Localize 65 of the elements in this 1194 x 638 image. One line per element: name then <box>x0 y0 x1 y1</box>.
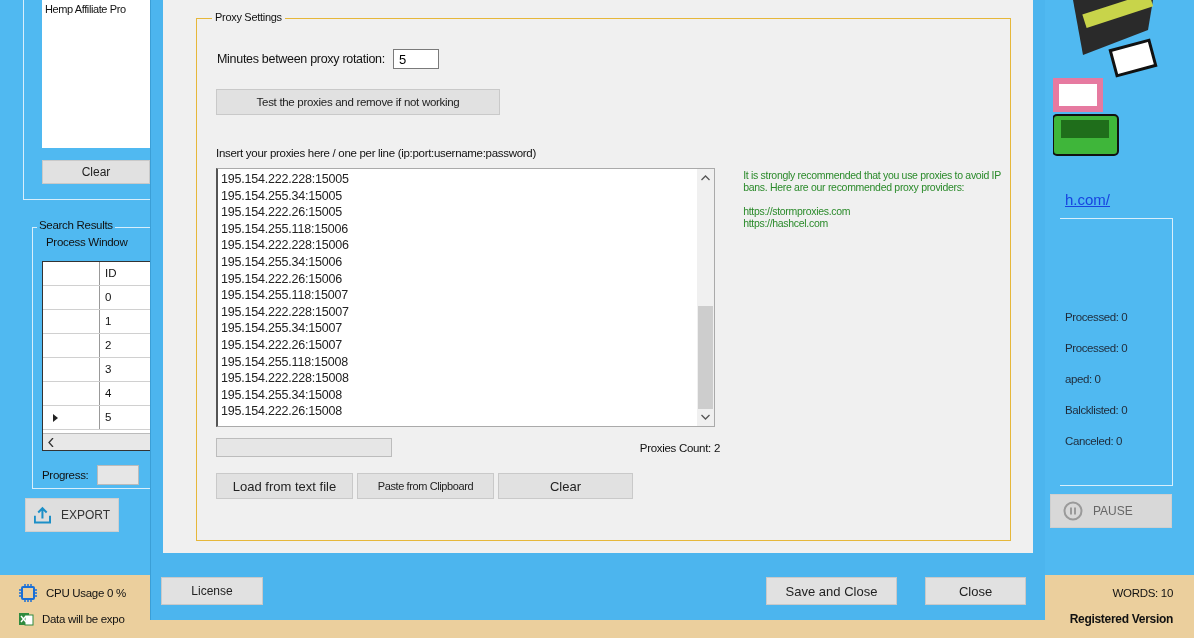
table-cell-text: 5 <box>104 410 113 425</box>
proxy-line: 195.154.255.118:15007 <box>221 287 349 304</box>
recommendation-text: It is strongly recommended that you use proxies to avoid IP bans. Here are our recommended proxy providers: <box>743 169 1002 193</box>
proxy-line: 195.154.255.118:15006 <box>221 220 349 238</box>
proxy-line: 195.154.222.228:15008 <box>221 370 350 387</box>
spreadsheet-icon <box>18 611 34 627</box>
counter-label: Processed: 0 <box>1065 311 1129 325</box>
license-button[interactable]: License <box>161 577 263 605</box>
scroll-down-icon <box>701 414 711 420</box>
scroll-up-icon <box>701 175 711 181</box>
keyword-list[interactable]: Hemp Affiliate Pro <box>42 0 150 148</box>
counter-label: Processed: 0 <box>1065 342 1129 356</box>
proxy-line: 195.154.222.26:15007 <box>221 336 344 354</box>
table-cell-text: 1 <box>104 314 113 329</box>
proxy-line: 195.154.222.26:15005 <box>221 204 344 221</box>
cpu-usage-label: CPU Usage 0 % <box>46 587 126 599</box>
provider-url: https://stormproxies.com <box>743 205 852 217</box>
pause-button[interactable]: PAUSE <box>1050 494 1172 528</box>
proxy-line: 195.154.255.34:15006 <box>221 253 344 271</box>
export-path-label: Data will be expo <box>42 613 125 625</box>
horizontal-scrollbar[interactable] <box>43 433 150 450</box>
table-cell-text: 3 <box>104 362 113 377</box>
vertical-scrollbar[interactable] <box>697 169 715 426</box>
registration-label: Registered Version <box>1069 612 1173 626</box>
table-cell-text: 0 <box>104 290 113 305</box>
proxy-line: 195.154.255.34:15008 <box>221 386 344 404</box>
test-proxies-button[interactable]: Test the proxies and remove if not working <box>216 89 500 115</box>
dialog-button[interactable]: Save and Close <box>766 577 897 605</box>
proxy-list-label: Insert your proxies here / one per line (ip:port:username:password) <box>216 147 537 159</box>
provider-url: https://hashcel.com <box>743 217 829 229</box>
counter-label: Canceled: 0 <box>1065 435 1123 449</box>
proxy-line: 195.154.222.228:15006 <box>221 237 350 254</box>
clear-button[interactable]: Clear <box>42 160 150 184</box>
rotation-input[interactable]: 5 <box>392 49 439 69</box>
proxy-line: 195.154.222.228:15005 <box>221 171 350 188</box>
table-cell-text: 4 <box>104 386 113 401</box>
proxies-count-label: Proxies Count: 2 <box>639 441 720 454</box>
counter-label: aped: 0 <box>1065 373 1102 387</box>
proxy-line: 195.154.255.118:15008 <box>221 353 349 371</box>
cpu-chip-icon <box>18 584 38 602</box>
list-action-button[interactable]: Load from text file <box>216 473 353 499</box>
dialog-button[interactable]: Close <box>925 577 1026 605</box>
table-cell-text: 2 <box>104 338 113 353</box>
keywords-count: WORDS: 10 <box>1112 587 1173 599</box>
proxy-list-field[interactable] <box>216 168 716 427</box>
column-header: ID <box>104 266 118 281</box>
list-item[interactable]: Hemp Affiliate Pro <box>45 3 126 15</box>
rotation-label: Minutes between proxy rotation: <box>217 52 385 66</box>
scroll-left-icon <box>48 437 54 447</box>
list-action-button[interactable]: Clear <box>498 473 633 499</box>
scrollbar-thumb[interactable] <box>698 306 714 409</box>
progress-label: Progress: <box>42 469 89 481</box>
pause-icon <box>1063 501 1083 521</box>
proxy-line: 195.154.222.228:15007 <box>221 303 350 321</box>
counter-label: Balcklisted: 0 <box>1065 404 1129 418</box>
proxy-line: 195.154.222.26:15006 <box>221 270 344 288</box>
group-title: Search Results <box>37 219 115 231</box>
upload-icon <box>34 505 51 525</box>
proxy-line: 195.154.255.34:15005 <box>221 187 344 205</box>
proxy-line: 195.154.222.26:15008 <box>221 403 344 420</box>
group-title: Proxy Settings <box>212 11 285 23</box>
list-action-button[interactable]: Paste from Clipboard <box>357 473 494 499</box>
section-label: Process Window <box>46 236 129 248</box>
export-button[interactable]: EXPORT <box>25 498 119 532</box>
proxy-line: 195.154.255.34:15007 <box>221 320 344 337</box>
